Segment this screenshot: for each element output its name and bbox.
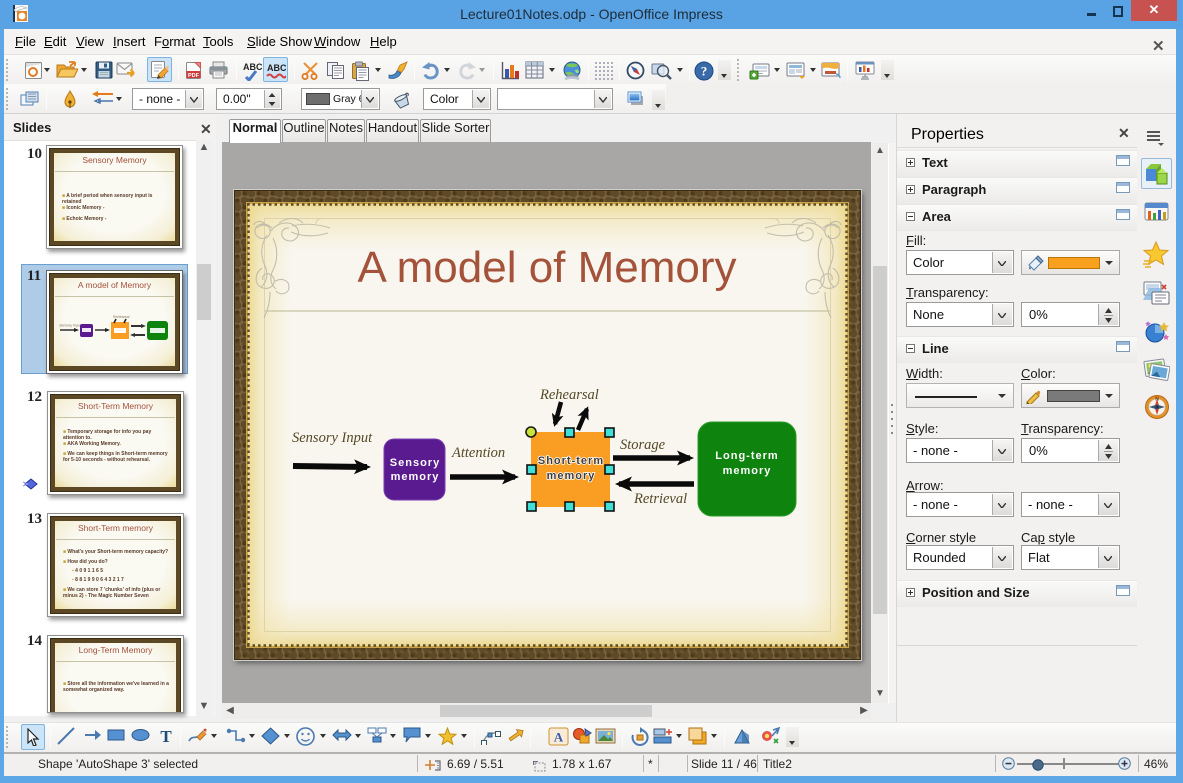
svg-text:T: T xyxy=(160,727,172,745)
svg-text:Attention: Attention xyxy=(451,445,505,461)
svg-text:Sensory Input: Sensory Input xyxy=(292,430,373,446)
svg-text:Sensory Input: Sensory Input xyxy=(59,324,82,328)
svg-text:ABC: ABC xyxy=(267,63,286,73)
svg-text:?: ? xyxy=(701,64,708,79)
svg-text:PDF: PDF xyxy=(188,73,200,79)
svg-text:Retrieval: Retrieval xyxy=(633,491,687,507)
svg-text:Rehearsal: Rehearsal xyxy=(113,315,130,319)
svg-text:A: A xyxy=(554,730,564,745)
svg-text:Sensory: Sensory xyxy=(390,457,440,469)
svg-text:Rehearsal: Rehearsal xyxy=(539,387,599,403)
svg-text:memory: memory xyxy=(723,465,772,477)
svg-text:ABC: ABC xyxy=(243,62,262,72)
svg-text:A model of Memory: A model of Memory xyxy=(357,243,736,292)
svg-text:Short-term: Short-term xyxy=(538,455,604,467)
svg-text:N: N xyxy=(1155,397,1159,403)
svg-text:Long-term: Long-term xyxy=(715,450,778,462)
svg-text:Storage: Storage xyxy=(620,437,666,453)
svg-text:memory: memory xyxy=(547,470,596,482)
svg-text:memory: memory xyxy=(391,471,440,483)
